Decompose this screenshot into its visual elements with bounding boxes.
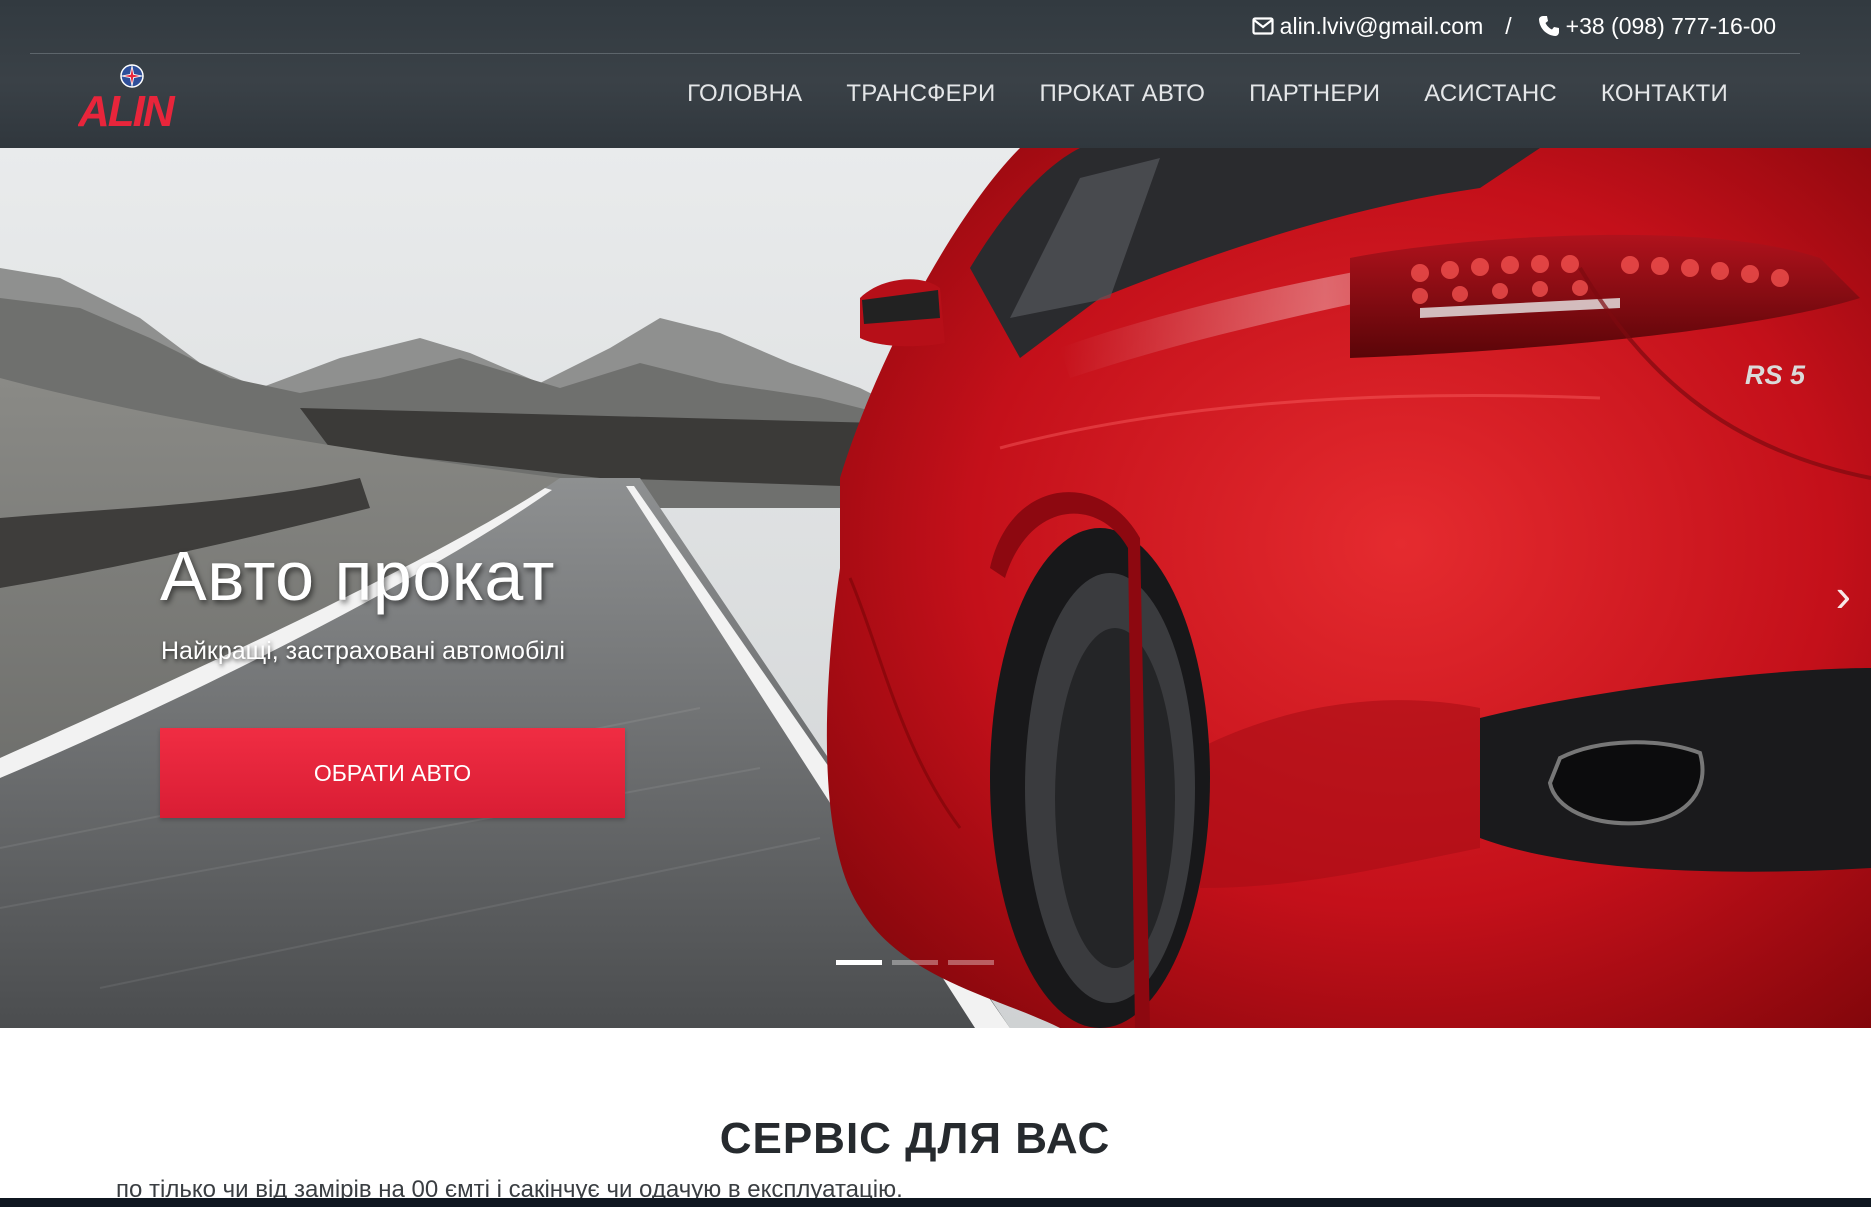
site-logo[interactable]: ALIN xyxy=(77,62,178,136)
logo-text: ALIN xyxy=(78,87,176,132)
nav-item-home[interactable]: ГОЛОВНА xyxy=(687,80,802,108)
choose-car-button[interactable]: ОБРАТИ АВТО xyxy=(160,728,625,818)
nav-item-assistance[interactable]: АСИСТАНС xyxy=(1424,80,1557,108)
site-header: alin.lviv@gmail.com / +38 (098) 777-16-0… xyxy=(0,0,1871,148)
nav-item-contacts[interactable]: КОНТАКТИ xyxy=(1601,80,1728,108)
phone-icon xyxy=(1538,15,1560,37)
carousel-indicator-2[interactable] xyxy=(892,960,938,965)
carousel-next-arrow[interactable]: › xyxy=(1836,568,1851,622)
envelope-icon xyxy=(1252,17,1274,35)
email-text: alin.lviv@gmail.com xyxy=(1279,12,1484,39)
carousel-prev-arrow[interactable]: ‹ xyxy=(0,568,1,622)
car-badge: RS 5 xyxy=(1745,360,1806,390)
email-link[interactable]: alin.lviv@gmail.com xyxy=(1252,12,1484,40)
nav-item-partners[interactable]: ПАРТНЕРИ xyxy=(1249,80,1380,108)
contact-info: alin.lviv@gmail.com / +38 (098) 777-16-0… xyxy=(1252,12,1776,40)
bottom-image-strip xyxy=(0,1198,1871,1207)
carousel-indicators xyxy=(836,960,994,965)
phone-link[interactable]: +38 (098) 777-16-00 xyxy=(1538,13,1776,40)
services-section-title: СЕРВІС ДЛЯ ВАС xyxy=(719,1114,1111,1163)
contact-separator: / xyxy=(1505,12,1512,39)
main-nav: ГОЛОВНА ТРАНСФЕРИ ПРОКАТ АВТО ПАРТНЕРИ А… xyxy=(687,80,1728,108)
phone-text: +38 (098) 777-16-00 xyxy=(1565,12,1776,39)
hero-subtitle: Найкращі, застраховані автомобілі xyxy=(161,637,565,665)
carousel-indicator-1[interactable] xyxy=(836,960,882,965)
compass-star-icon xyxy=(120,64,144,88)
hero-title: Авто прокат xyxy=(160,537,555,615)
hero-carousel: RS 5 ‹ › Авто прокат Найкращі, застрахов… xyxy=(0,148,1871,1028)
chevron-left-icon: ‹ xyxy=(0,569,1,621)
carousel-indicator-3[interactable] xyxy=(948,960,994,965)
red-sports-car: RS 5 xyxy=(826,148,1871,1028)
nav-item-transfers[interactable]: ТРАНСФЕРИ xyxy=(846,80,995,108)
contact-topbar: alin.lviv@gmail.com / +38 (098) 777-16-0… xyxy=(30,0,1800,54)
chevron-right-icon: › xyxy=(1835,569,1851,621)
nav-item-car-rental[interactable]: ПРОКАТ АВТО xyxy=(1039,80,1205,108)
services-cut-text: по тілько чи від замірів на 00 ємті і са… xyxy=(116,1179,903,1199)
